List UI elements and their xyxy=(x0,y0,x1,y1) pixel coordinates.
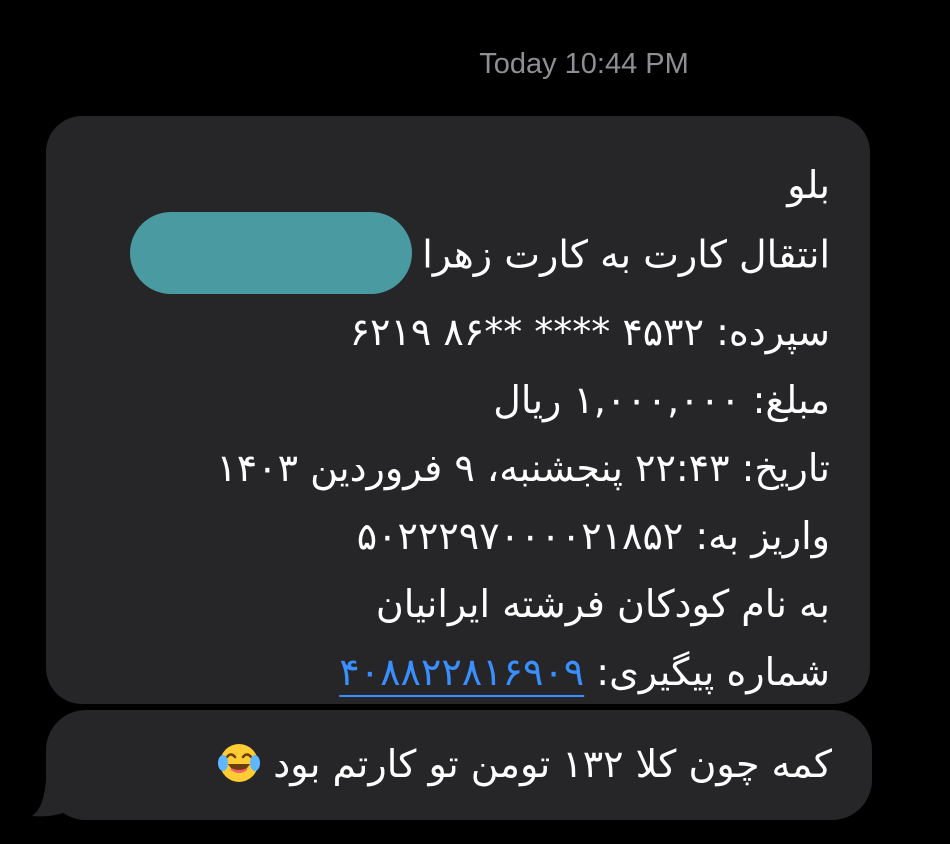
redaction-blob-icon xyxy=(130,212,413,294)
sms-deposit-line: سپرده: ۴۵۳۲ **** **۸۶ ۶۲۱۹ xyxy=(349,310,830,354)
reply-text: کمه چون کلا ۱۳۲ تومن تو کارتم بود xyxy=(273,742,832,786)
sms-tracking-line: شماره پیگیری: ۴۰۸۸۲۲۸۱۶۹۰۹ xyxy=(86,638,830,706)
sms-tracking-label: شماره پیگیری: xyxy=(584,650,830,694)
sms-greeting: بلو xyxy=(787,163,830,207)
message-timestamp: Today 10:44 PM xyxy=(479,48,689,80)
reply-line: کمه چون کلا ۱۳۲ تومن تو کارتم بود xyxy=(86,732,832,796)
sms-transfer-line: انتقال کارت به کارت زهرا xyxy=(86,212,830,298)
sms-date-line: تاریخ: ۲۲:۴۳ پنجشنبه، ۹ فروردین ۱۴۰۳ xyxy=(216,446,830,490)
tears-of-joy-emoji-icon xyxy=(218,743,261,782)
sms-transfer-label: انتقال کارت به کارت زهرا xyxy=(422,232,830,277)
reply-bubble[interactable]: کمه چون کلا ۱۳۲ تومن تو کارتم بود xyxy=(46,710,872,820)
sms-recipient-line: به نام کودکان فرشته ایرانیان xyxy=(375,582,830,626)
sms-amount-line: مبلغ: ۱,۰۰۰,۰۰۰ ریال xyxy=(493,378,830,422)
bank-sms-bubble[interactable]: بلو انتقال کارت به کارت زهرا سپرده: ۴۵۳۲… xyxy=(46,116,870,704)
sms-destination-line: واریز به: ۵۰۲۲۲۹۷۰۰۰۰۲۱۸۵۲ xyxy=(356,514,830,558)
tracking-number-link[interactable]: ۴۰۸۸۲۲۸۱۶۹۰۹ xyxy=(339,650,584,694)
